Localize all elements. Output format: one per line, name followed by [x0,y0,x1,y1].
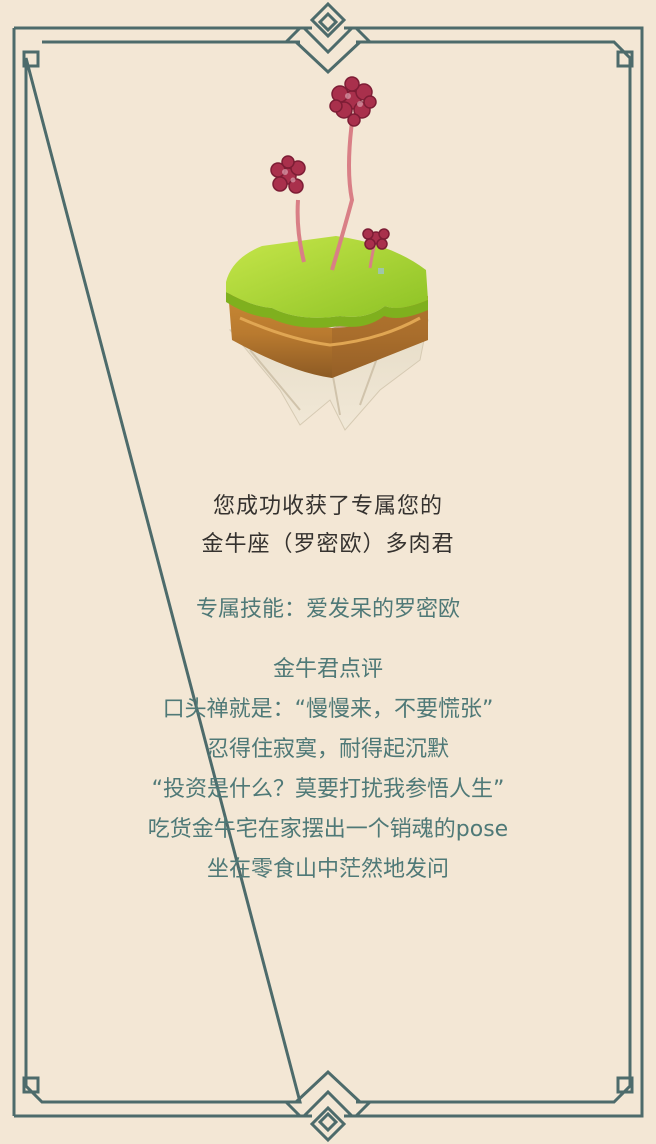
review-line: 口头禅就是：“慢慢来，不要慌张” [162,697,494,722]
title-line-1: 您成功收获了专属您的 [212,494,443,519]
skill-text: 专属技能：爱发呆的罗密欧 [195,597,460,622]
result-title: 您成功收获了专属您的 金牛座（罗密欧）多肉君 [0,488,656,564]
title-line-2: 金牛座（罗密欧）多肉君 [201,532,455,557]
review-line: 吃货金牛宅在家摆出一个销魂的pose [147,817,509,842]
review-section: 金牛君点评 口头禅就是：“慢慢来，不要慌张” 忍得住寂寞，耐得起沉默 “投资是什… [0,650,656,890]
review-heading: 金牛君点评 [272,657,383,682]
floating-island-with-succulents-icon [226,76,429,431]
result-card: 您成功收获了专属您的 金牛座（罗密欧）多肉君 专属技能：爱发呆的罗密欧 金牛君点… [0,0,656,1144]
review-line: 忍得住寂寞，耐得起沉默 [206,737,449,762]
review-line: 坐在零食山中茫然地发问 [206,857,449,882]
review-line: “投资是什么？莫要打扰我参悟人生” [151,777,505,802]
